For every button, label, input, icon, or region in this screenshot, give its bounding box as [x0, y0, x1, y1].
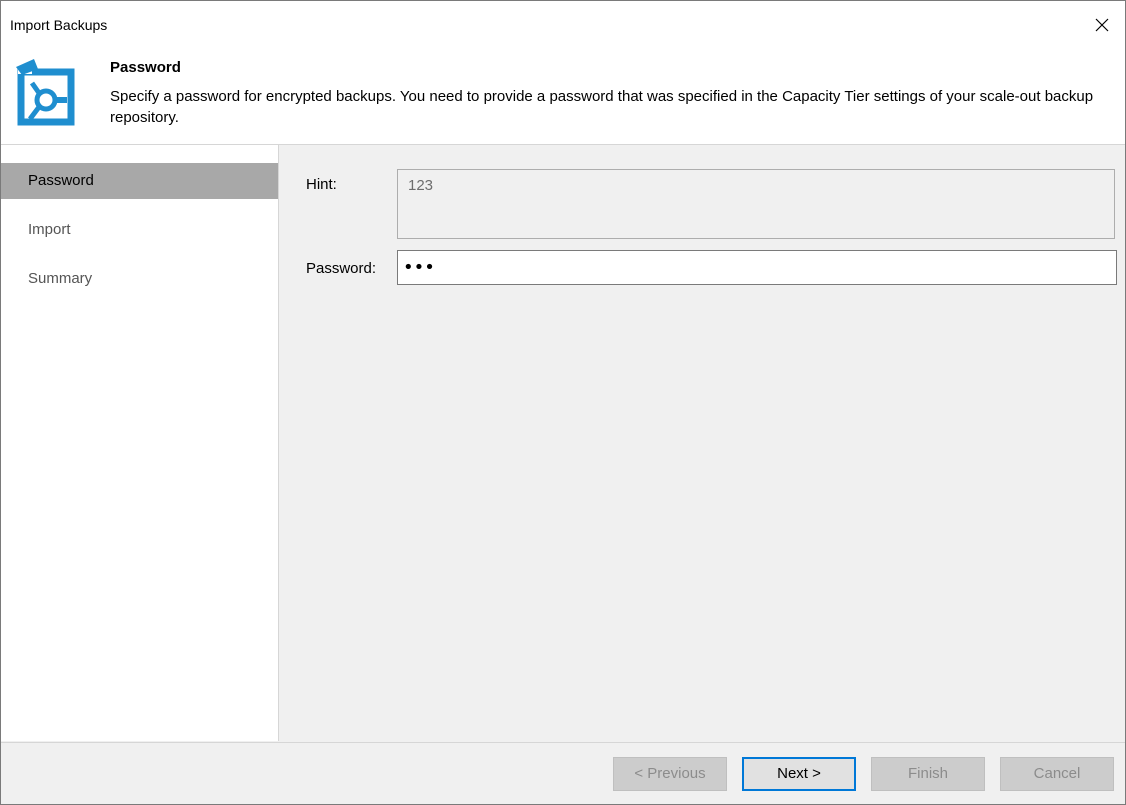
vault-logo-icon	[10, 55, 82, 127]
close-button[interactable]	[1079, 1, 1125, 49]
title-bar: Import Backups	[1, 1, 1125, 49]
finish-button[interactable]: Finish	[871, 757, 985, 791]
wizard-steps-sidebar: Password Import Summary	[1, 145, 279, 741]
step-description: Specify a password for encrypted backups…	[110, 88, 1094, 126]
password-label: Password:	[306, 260, 377, 277]
window-title: Import Backups	[10, 17, 108, 33]
next-button[interactable]: Next >	[742, 757, 856, 791]
step-content: Hint: 123 Password:	[279, 145, 1125, 741]
sidebar-item-import[interactable]: Import	[1, 212, 278, 248]
step-title: Password	[110, 59, 181, 76]
wizard-footer: < Previous Next > Finish Cancel	[1, 742, 1125, 804]
hint-label: Hint:	[306, 176, 337, 193]
previous-button[interactable]: < Previous	[613, 757, 727, 791]
close-icon	[1095, 18, 1109, 32]
hint-field: 123	[397, 169, 1115, 239]
sidebar-item-summary[interactable]: Summary	[1, 261, 278, 297]
wizard-header: Password Specify a password for encrypte…	[1, 49, 1125, 145]
password-field[interactable]	[397, 250, 1117, 285]
import-backups-dialog: Import Backups Password Specify a passwo…	[0, 0, 1126, 805]
sidebar-item-password[interactable]: Password	[1, 163, 278, 199]
cancel-button[interactable]: Cancel	[1000, 757, 1114, 791]
